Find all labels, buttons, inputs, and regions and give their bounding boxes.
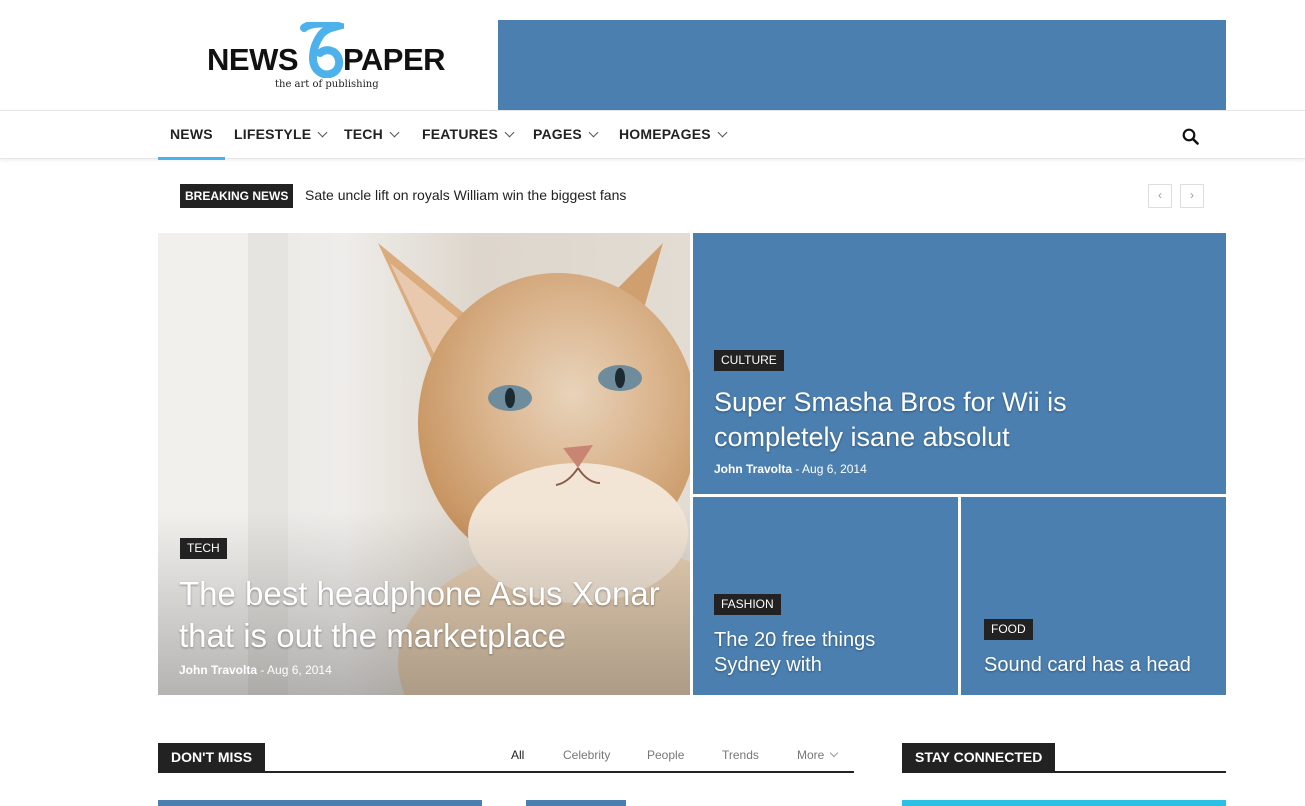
nav-label: FEATURES (422, 126, 499, 142)
nav-item-features[interactable]: FEATURES (422, 111, 515, 159)
chevron-down-icon (317, 127, 328, 138)
featured-tile-main[interactable]: TECH The best headphone Asus Xonar that … (158, 233, 690, 695)
nav-label: PAGES (533, 126, 582, 142)
chevron-down-icon (717, 127, 728, 138)
author-name[interactable]: John Travolta (714, 462, 792, 476)
search-icon[interactable] (1182, 128, 1199, 145)
filter-celebrity[interactable]: Celebrity (563, 748, 610, 762)
nav-label: NEWS (170, 126, 213, 142)
featured-headline[interactable]: Super Smasha Bros for Wii is completely … (714, 385, 1194, 455)
site-logo[interactable]: NEWS PAPER the art of publishing (205, 22, 450, 94)
article-date: Aug 6, 2014 (267, 663, 332, 677)
stay-connected-title: STAY CONNECTED (902, 743, 1056, 772)
featured-headline[interactable]: Sound card has a head (984, 653, 1214, 678)
breaking-news-label: BREAKING NEWS (180, 184, 294, 208)
logo-word-paper: PAPER (343, 42, 446, 77)
chevron-down-icon (830, 748, 839, 758)
filter-trends[interactable]: Trends (722, 748, 759, 762)
filter-all[interactable]: All (511, 748, 524, 762)
article-thumbnail[interactable] (158, 800, 482, 806)
dont-miss-divider (158, 771, 854, 773)
nav-item-tech[interactable]: TECH (344, 111, 400, 159)
nav-label: LIFESTYLE (234, 126, 312, 142)
nav-item-homepages[interactable]: HOMEPAGES (619, 111, 728, 159)
featured-tile-culture[interactable]: CULTURE Super Smasha Bros for Wii is com… (693, 233, 1226, 494)
social-counter[interactable] (902, 800, 1226, 806)
featured-tile-fashion[interactable]: FASHION The 20 free things Sydney with (693, 497, 958, 695)
category-tag[interactable]: FASHION (714, 594, 781, 615)
category-tag[interactable]: FOOD (984, 619, 1033, 640)
logo-six-icon (300, 22, 344, 78)
author-name[interactable]: John Travolta (179, 663, 257, 677)
header-ad-banner[interactable] (498, 20, 1226, 110)
logo-word-news: NEWS (207, 42, 299, 77)
breaking-news-headline[interactable]: Sate uncle lift on royals William win th… (305, 187, 626, 203)
nav-item-pages[interactable]: PAGES (533, 111, 599, 159)
chevron-down-icon (588, 127, 599, 138)
article-meta: John Travolta - Aug 6, 2014 (714, 462, 867, 476)
nav-item-lifestyle[interactable]: LIFESTYLE (234, 111, 328, 159)
logo-tagline: the art of publishing (275, 79, 379, 90)
filter-more[interactable]: More (797, 748, 839, 762)
article-meta: John Travolta - Aug 6, 2014 (179, 663, 332, 677)
category-tag[interactable]: CULTURE (714, 350, 784, 371)
stay-connected-divider (902, 771, 1226, 773)
filter-more-label: More (797, 748, 825, 762)
nav-label: TECH (344, 126, 383, 142)
nav-item-news[interactable]: NEWS (158, 111, 225, 160)
featured-headline[interactable]: The best headphone Asus Xonar that is ou… (179, 573, 679, 657)
chevron-down-icon (504, 127, 515, 138)
article-thumbnail[interactable] (526, 800, 626, 806)
dont-miss-title: DON'T MISS (158, 743, 266, 772)
category-tag[interactable]: TECH (180, 538, 227, 559)
featured-tile-food[interactable]: FOOD Sound card has a head (961, 497, 1226, 695)
article-date: Aug 6, 2014 (802, 462, 867, 476)
chevron-down-icon (389, 127, 400, 138)
filter-people[interactable]: People (647, 748, 684, 762)
main-navigation: NEWS LIFESTYLE TECH FEATURES PAGES HOMEP… (0, 110, 1305, 160)
featured-headline[interactable]: The 20 free things Sydney with (714, 628, 944, 678)
breaking-prev-button[interactable]: ‹ (1148, 184, 1172, 208)
nav-label: HOMEPAGES (619, 126, 711, 142)
breaking-next-button[interactable]: › (1180, 184, 1204, 208)
